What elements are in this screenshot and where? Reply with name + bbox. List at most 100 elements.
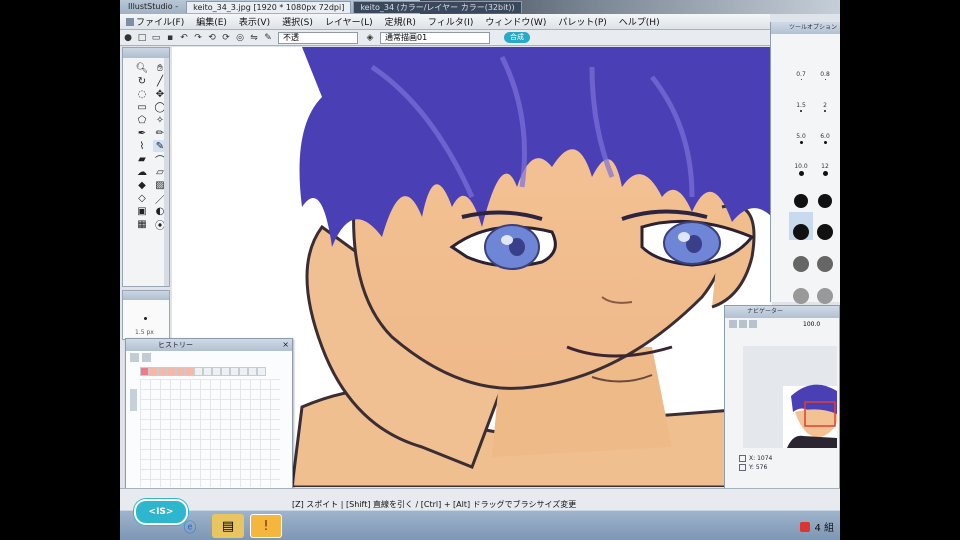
- history-step[interactable]: [185, 367, 194, 376]
- document-tab-2-name: keito_34: [360, 3, 395, 12]
- history-step[interactable]: [176, 367, 185, 376]
- brush-icon[interactable]: ⌇: [135, 140, 149, 152]
- history-step[interactable]: [257, 367, 266, 376]
- menu-file[interactable]: ファイル(F): [120, 15, 190, 28]
- record-icon[interactable]: ●: [122, 32, 134, 44]
- brush-size-option[interactable]: [813, 244, 837, 272]
- menu-filter[interactable]: フィルタ(I): [422, 15, 480, 28]
- brush-size-option[interactable]: [789, 276, 813, 304]
- history-step[interactable]: [203, 367, 212, 376]
- brush-size-dot: [794, 194, 808, 208]
- illuststudio-icon[interactable]: !: [250, 514, 282, 538]
- blend-mode-select[interactable]: 不透: [278, 31, 358, 44]
- marker-icon[interactable]: ▰: [135, 153, 149, 165]
- bucket-icon[interactable]: ◆: [135, 179, 149, 191]
- flip-icon[interactable]: ⇋: [248, 32, 260, 44]
- shape-icon[interactable]: ◇: [135, 192, 149, 204]
- rotate-icon[interactable]: ↻: [135, 75, 149, 87]
- zoom-icon[interactable]: 🔍︎: [135, 62, 149, 74]
- brush-size-option[interactable]: [789, 212, 813, 240]
- brush-size-panel: ツールオプション 0.7 0.8 1.5 2 5.0 6.0 10.0 12: [770, 22, 840, 336]
- brush-size-option[interactable]: 0.7: [789, 52, 813, 80]
- brush-size-option[interactable]: [813, 212, 837, 240]
- open-icon[interactable]: ▭: [150, 32, 162, 44]
- tool-options-bar: ● □ ▭ ▪ ↶ ↷ ⟲ ⟳ ◎ ⇋ ✎ 不透 ◈ 通常描画01 合成: [120, 30, 770, 46]
- brush-size-option[interactable]: [813, 180, 837, 208]
- document-tab-1[interactable]: keito_34_3.jpg [1920 * 1080px 72dpi]: [186, 1, 352, 13]
- blend-icon[interactable]: ☁︎: [135, 166, 149, 178]
- document-tab-2-info: (カラー/レイヤー カラー(32bit)): [396, 3, 515, 12]
- new-file-icon[interactable]: □: [136, 32, 148, 44]
- history-step[interactable]: [149, 367, 158, 376]
- menu-file-label: ファイル(F): [136, 18, 185, 28]
- menu-layer[interactable]: レイヤー(L): [319, 15, 379, 28]
- close-icon[interactable]: ×: [282, 339, 289, 351]
- x-checkbox[interactable]: [739, 455, 746, 462]
- history-scrollbar[interactable]: [130, 389, 137, 411]
- pattern-icon[interactable]: ▦: [135, 218, 149, 230]
- brush-size-option[interactable]: 5.0: [789, 116, 813, 144]
- document-tab-2[interactable]: keito_34 (カラー/レイヤー カラー(32bit)): [353, 1, 522, 13]
- text-icon[interactable]: ▣: [135, 205, 149, 217]
- history-step[interactable]: [239, 367, 248, 376]
- history-step[interactable]: [158, 367, 167, 376]
- navigator-coordinates: X: 1074 Y: 576: [739, 454, 772, 472]
- history-redo-icon[interactable]: [142, 352, 151, 362]
- history-step[interactable]: [212, 367, 221, 376]
- brush-size-option[interactable]: 0.8: [813, 52, 837, 80]
- explorer-icon[interactable]: ▤: [212, 514, 244, 538]
- rotate-right-icon[interactable]: ⟳: [220, 32, 232, 44]
- layer-select[interactable]: 通常描画01: [380, 31, 490, 44]
- history-undo-icon[interactable]: [130, 352, 139, 362]
- brush-size-option[interactable]: [789, 244, 813, 272]
- pen-pressure-icon[interactable]: ✎: [262, 32, 274, 44]
- brush-size-label: 10.0: [794, 163, 808, 170]
- rotate-left-icon[interactable]: ⟲: [206, 32, 218, 44]
- redo-icon[interactable]: ↷: [192, 32, 204, 44]
- navigator-thumbnail[interactable]: [743, 346, 837, 448]
- history-step[interactable]: [230, 367, 239, 376]
- zoom-out-icon[interactable]: [729, 320, 737, 328]
- fit-icon[interactable]: ◎: [234, 32, 246, 44]
- save-icon[interactable]: ▪: [164, 32, 176, 44]
- brush-size-option[interactable]: 1.5: [789, 84, 813, 112]
- history-step[interactable]: [221, 367, 230, 376]
- brush-size-label: 0.8: [820, 71, 830, 78]
- menu-select[interactable]: 選択(S): [276, 15, 319, 28]
- brush-size-dot: [824, 110, 826, 112]
- brush-size-option[interactable]: 12: [813, 148, 837, 176]
- y-checkbox[interactable]: [739, 464, 746, 471]
- navigator-zoom[interactable]: 100.0: [803, 321, 820, 328]
- pen-icon[interactable]: ✒︎: [135, 127, 149, 139]
- brush-size-label: 12: [821, 163, 829, 170]
- brush-size-option[interactable]: [789, 180, 813, 208]
- brush-size-option[interactable]: 10.0: [789, 148, 813, 176]
- tool-palette-scrollbar[interactable]: [164, 58, 169, 286]
- brush-size-option[interactable]: [813, 276, 837, 304]
- brush-preview-label: 1.5 px: [135, 329, 154, 336]
- menu-view[interactable]: 表示(V): [233, 15, 276, 28]
- tray-icon[interactable]: [800, 522, 811, 532]
- brush-size-option[interactable]: 6.0: [813, 116, 837, 144]
- history-step[interactable]: [167, 367, 176, 376]
- history-step[interactable]: [248, 367, 257, 376]
- tool-grid: 🔍︎ ✋︎ ↻ ╱ ◌ ✥ ▭ ◯ ⬠ ✧ ✒︎ ✏︎ ⌇ ✎ ▰ ⌒ ☁︎ ▱…: [123, 58, 169, 232]
- menu-help[interactable]: ヘルプ(H): [613, 15, 666, 28]
- history-step[interactable]: [194, 367, 203, 376]
- fit-window-icon[interactable]: [749, 320, 757, 328]
- navigator-panel: ナビゲーター 100.0 X: 1074 Y: 576: [724, 305, 840, 493]
- file-menu-icon: [126, 18, 134, 26]
- brush-size-option[interactable]: 2: [813, 84, 837, 112]
- poly-select-icon[interactable]: ⬠: [135, 114, 149, 126]
- rect-select-icon[interactable]: ▭: [135, 101, 149, 113]
- merge-pill-button[interactable]: 合成: [504, 32, 530, 43]
- menu-ruler[interactable]: 定規(R): [379, 15, 422, 28]
- title-bar: IllustStudio - keito_34_3.jpg [1920 * 10…: [120, 0, 840, 14]
- history-step[interactable]: [140, 367, 149, 376]
- menu-window[interactable]: ウィンドウ(W): [479, 15, 552, 28]
- menu-palette[interactable]: パレット(P): [552, 15, 612, 28]
- zoom-in-icon[interactable]: [739, 320, 747, 328]
- undo-icon[interactable]: ↶: [178, 32, 190, 44]
- lasso-icon[interactable]: ◌: [135, 88, 149, 100]
- menu-edit[interactable]: 編集(E): [190, 15, 233, 28]
